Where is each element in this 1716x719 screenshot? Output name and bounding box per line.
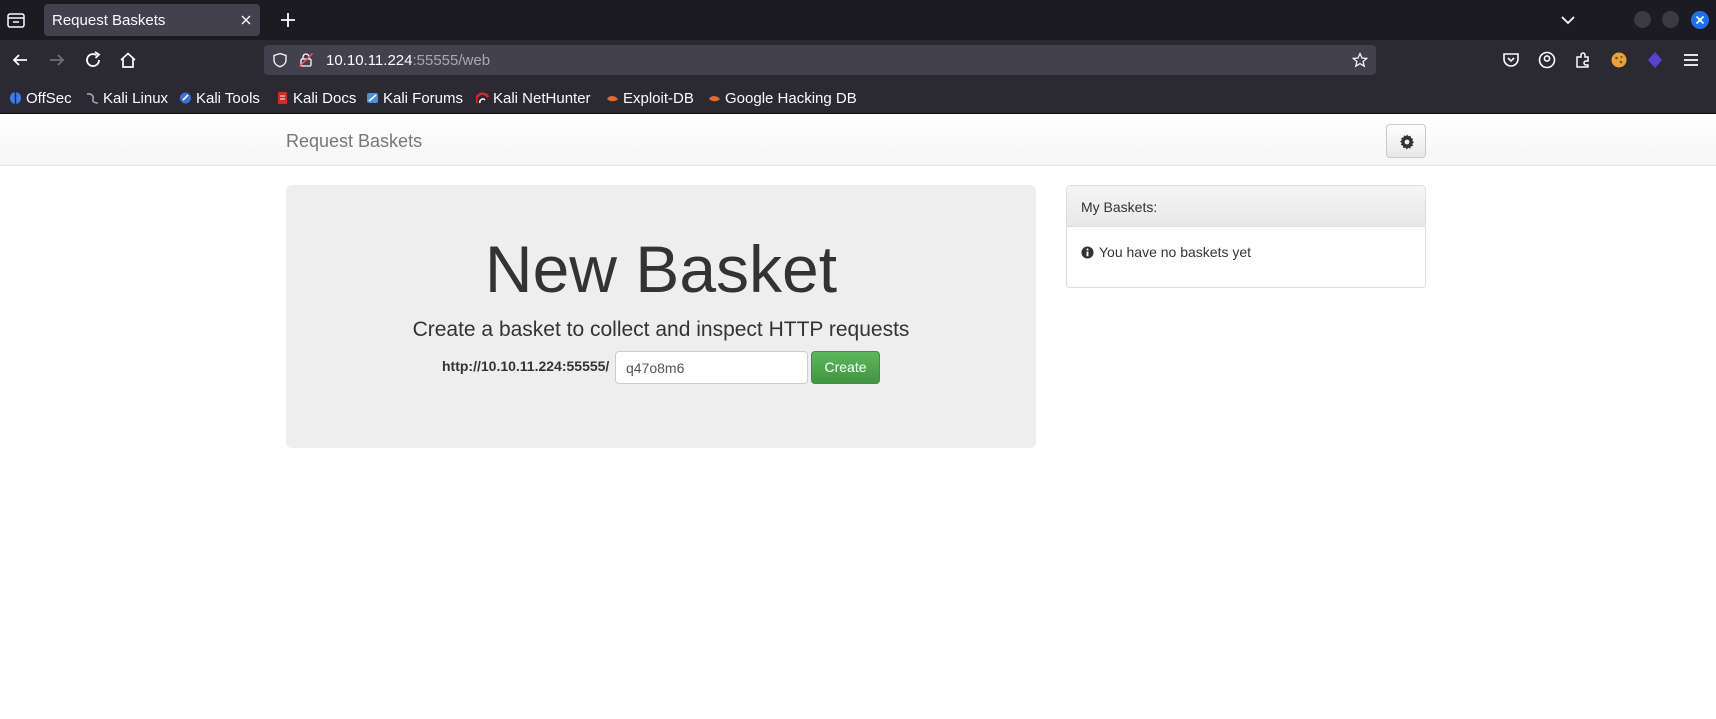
bookmark-label: Kali Docs <box>293 89 357 107</box>
insecure-lock-icon[interactable] <box>298 52 314 68</box>
bookmark-kali-nethunter[interactable]: Kali NetHunter <box>476 89 591 107</box>
bookmarks-toolbar: OffSec Kali Linux Kali Tools Kali Docs K… <box>0 80 1716 114</box>
url-path: :55555/web <box>412 52 491 69</box>
cookie-extension-icon[interactable] <box>1609 50 1629 70</box>
bookmark-kali-tools[interactable]: Kali Tools <box>179 89 260 107</box>
kali-tools-icon <box>180 92 191 104</box>
app-navbar: Request Baskets <box>0 114 1716 166</box>
bookmark-label: Google Hacking DB <box>725 89 857 107</box>
active-tab[interactable]: Request Baskets <box>44 4 260 36</box>
bookmark-star-icon[interactable] <box>1352 52 1368 68</box>
hero-title: New Basket <box>484 232 838 306</box>
basket-base-url: http://10.10.11.224:55555/ <box>442 358 610 374</box>
close-icon <box>1695 15 1705 25</box>
new-basket-jumbotron: New Basket Create a basket to collect an… <box>286 185 1036 448</box>
panel-title: My Baskets: <box>1081 199 1158 215</box>
kali-dragon-icon <box>86 93 99 104</box>
new-tab-icon[interactable] <box>278 10 298 30</box>
extensions-icon[interactable] <box>1573 50 1593 70</box>
empty-message-text: You have no baskets yet <box>1099 244 1252 260</box>
basket-name-input[interactable] <box>615 351 808 384</box>
panel-heading: My Baskets: <box>1067 186 1425 227</box>
create-button[interactable]: Create <box>811 351 880 384</box>
browser-toolbar: 10.10.11.224:55555/web <box>0 40 1716 80</box>
bookmark-label: Exploit-DB <box>623 89 694 107</box>
bookmark-kali-linux[interactable]: Kali Linux <box>86 89 168 107</box>
bookmark-google-hacking-db[interactable]: Google Hacking DB <box>708 89 857 107</box>
info-circle-icon <box>1081 245 1094 259</box>
url-host: 10.10.11.224 <box>326 52 413 69</box>
window-maximize-button[interactable] <box>1662 11 1679 28</box>
window-minimize-button[interactable] <box>1634 11 1651 28</box>
no-baskets-message: You have no baskets yet <box>1081 244 1251 260</box>
bookmark-kali-docs[interactable]: Kali Docs <box>276 89 356 107</box>
home-icon[interactable] <box>118 50 138 70</box>
kali-docs-icon <box>278 92 287 104</box>
hero-subtitle: Create a basket to collect and inspect H… <box>412 318 910 341</box>
nethunter-icon <box>476 92 489 104</box>
url-text: 10.10.11.224:55555/web <box>326 52 490 69</box>
bookmark-offsec[interactable]: OffSec <box>9 89 72 107</box>
tab-title: Request Baskets <box>52 12 166 29</box>
gear-icon <box>1400 134 1414 150</box>
purple-extension-icon[interactable] <box>1645 50 1665 70</box>
bookmark-exploit-db[interactable]: Exploit-DB <box>606 89 694 107</box>
bookmark-label: Kali Tools <box>196 89 260 107</box>
settings-button[interactable] <box>1386 124 1426 158</box>
my-baskets-panel: My Baskets: You have no baskets yet <box>1066 185 1426 288</box>
exploit-db-icon <box>607 96 618 102</box>
page-viewport: Request Baskets New Basket Create a bask… <box>0 114 1716 719</box>
kali-forums-icon <box>367 93 378 103</box>
bookmark-label: Kali Linux <box>103 89 169 107</box>
offsec-icon <box>10 92 21 104</box>
tab-close-icon[interactable] <box>238 12 254 28</box>
tab-overflow-chevron-icon[interactable] <box>1558 10 1578 30</box>
back-arrow-icon[interactable] <box>10 50 30 70</box>
bookmark-label: Kali Forums <box>383 89 464 107</box>
forward-arrow-icon[interactable] <box>47 50 67 70</box>
ghdb-icon <box>709 96 720 102</box>
bookmark-label: OffSec <box>26 89 72 107</box>
shield-icon[interactable] <box>272 52 288 68</box>
app-brand[interactable]: Request Baskets <box>286 131 422 152</box>
pocket-icon[interactable] <box>1501 50 1521 70</box>
bookmark-label: Kali NetHunter <box>493 89 591 107</box>
url-bar[interactable]: 10.10.11.224:55555/web <box>264 45 1376 75</box>
window-close-button[interactable] <box>1691 11 1709 29</box>
browser-tab-strip: Request Baskets <box>0 0 1716 40</box>
reload-icon[interactable] <box>83 50 103 70</box>
account-icon[interactable] <box>1537 50 1557 70</box>
tab-list-icon[interactable] <box>6 10 26 30</box>
hamburger-menu-icon[interactable] <box>1681 50 1701 70</box>
bookmark-kali-forums[interactable]: Kali Forums <box>366 89 463 107</box>
